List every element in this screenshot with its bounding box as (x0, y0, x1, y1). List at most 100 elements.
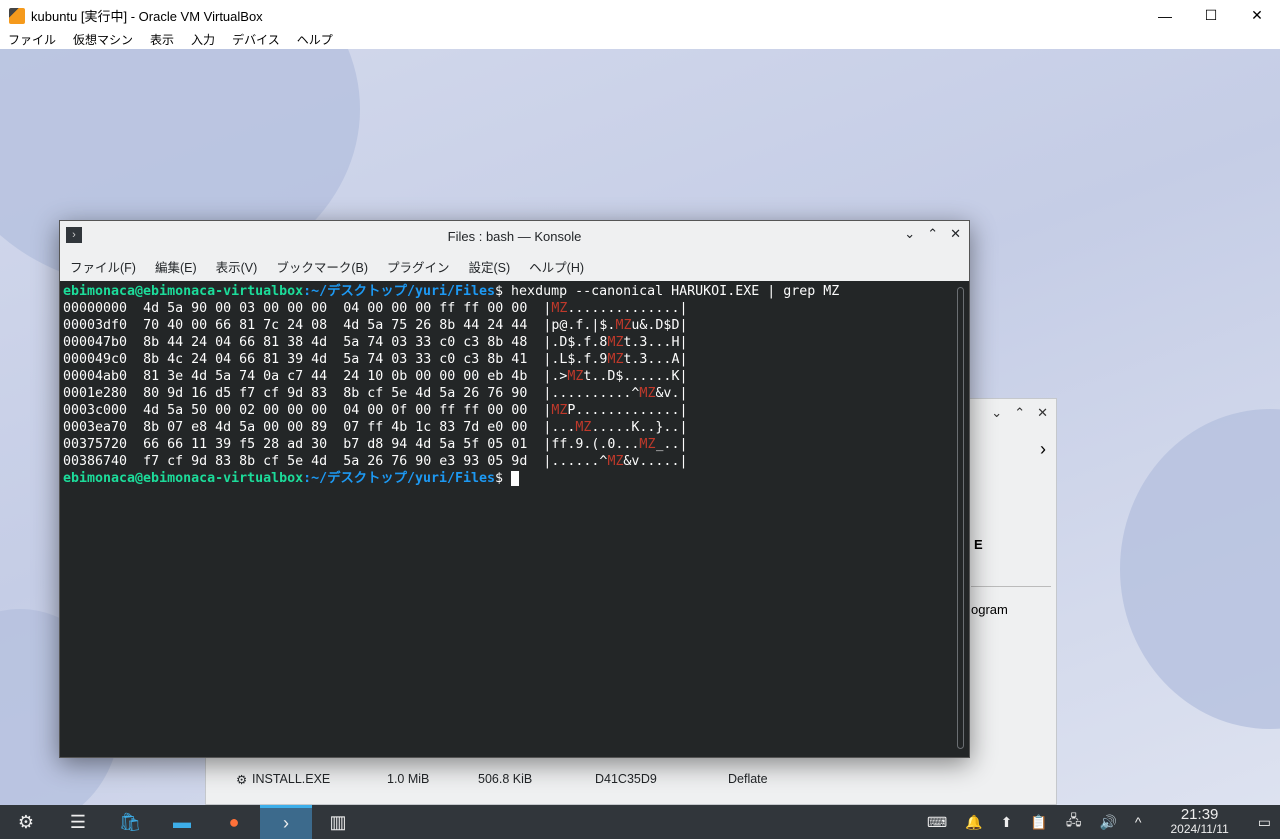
hex-bytes: 80 9d 16 d5 f7 cf 9d 83 8b cf 5e 4d 5a 2… (143, 386, 528, 401)
prompt-line: ebimonaca@ebimonaca-virtualbox:~/デスクトップ/… (63, 283, 839, 300)
hexdump-line: 00386740 f7 cf 9d 83 8b cf 5e 4d 5a 26 7… (63, 454, 688, 469)
hex-bytes: 4d 5a 90 00 03 00 00 00 04 00 00 00 ff f… (143, 301, 528, 316)
virtualbox-logo-icon (9, 7, 25, 24)
offset: 0003ea70 (63, 420, 128, 435)
file-row[interactable]: ⚙ INSTALL.EXE 1.0 MiB 506.8 KiB D41C35D9… (236, 772, 768, 787)
ark-archive-icon[interactable]: ▥ (312, 805, 364, 839)
konsole-task-icon[interactable]: › (260, 805, 312, 839)
offset: 00003df0 (63, 318, 128, 333)
gear-file-icon: ⚙ (236, 773, 248, 787)
menu-bookmarks[interactable]: ブックマーク(B) (276, 257, 368, 276)
konsole-window[interactable]: › Files : bash — Konsole ⌄ ⌃ ✕ ファイル(F) 編集(… (59, 220, 970, 758)
close-button[interactable]: ✕ (950, 226, 961, 242)
command-text: hexdump --canonical HARUKOI.EXE | grep M… (511, 284, 840, 299)
ascii-column: p@.f.|$.MZu&.D$Dp@.f.|$.MZu&.D$D (551, 317, 679, 334)
file-title: E (974, 537, 983, 552)
menu-file[interactable]: ファイル(F) (70, 257, 136, 276)
menu-settings[interactable]: 設定(S) (469, 257, 511, 276)
prompt-line: ebimonaca@ebimonaca-virtualbox:~/デスクトップ/… (63, 470, 839, 487)
ascii-column: MZP.............MZP............. (551, 402, 679, 419)
firefox-icon[interactable]: ● (208, 805, 260, 839)
hex-bytes: 4d 5a 50 00 02 00 00 00 04 00 0f 00 ff f… (143, 403, 528, 418)
notifications-icon[interactable]: 🔔 (965, 814, 982, 831)
maximize-button[interactable]: ⌃ (1014, 405, 1025, 421)
chevron-right-icon[interactable]: › (1040, 439, 1046, 460)
ascii-column: ...MZ.....K..}.....MZ.....K..}.. (551, 419, 679, 436)
hex-bytes: 8b 07 e8 4d 5a 00 00 89 07 ff 4b 1c 83 7… (143, 420, 528, 435)
file-manager-icon[interactable]: ▬ (156, 805, 208, 839)
close-button[interactable]: ✕ (1234, 0, 1280, 31)
ascii: p@.f.|$.MZu&.D$D (551, 318, 680, 333)
ascii: .>MZt..D$......K (551, 369, 680, 384)
file-name: INSTALL.EXE (252, 772, 331, 786)
volume-icon[interactable]: 🔊 (1099, 814, 1116, 831)
prompt-dollar: $ (495, 284, 512, 299)
ascii: ......^MZ&v..... (551, 454, 680, 469)
hexdump-line: 00375720 66 66 11 39 f5 28 ad 30 b7 d8 9… (63, 437, 688, 452)
scrollbar[interactable] (957, 287, 964, 749)
ascii: ff.9.(.0...MZ_.. (551, 437, 680, 452)
ascii-column: MZ..............MZ.............. (551, 300, 679, 317)
ascii-column: .D$.f.8MZt.3...H.D$.f.8MZt.3...H (551, 334, 679, 351)
minimize-button[interactable]: — (1142, 0, 1188, 31)
maximize-button[interactable]: ⌃ (927, 226, 938, 242)
terminal-icon: › (66, 227, 82, 243)
hexdump-line: 00004ab0 81 3e 4d 5a 74 0a c7 44 24 10 0… (63, 369, 688, 384)
vbox-titlebar: kubuntu [実行中] - Oracle VM VirtualBox — ☐… (0, 0, 1280, 31)
menu-help[interactable]: ヘルプ (297, 31, 333, 49)
menu-view[interactable]: 表示(V) (216, 257, 258, 276)
menu-input[interactable]: 入力 (191, 31, 215, 49)
network-icon[interactable]: 🖧 (1066, 810, 1082, 834)
hex-bytes: 8b 44 24 04 66 81 38 4d 5a 74 03 33 c0 c… (143, 335, 528, 350)
prompt-user: ebimonaca@ebimonaca-virtualbox (63, 471, 304, 486)
ascii: MZ.............. (551, 301, 680, 316)
hex-bytes: f7 cf 9d 83 8b cf 5e 4d 5a 26 76 90 e3 9… (143, 454, 528, 469)
file-size: 1.0 MiB (387, 772, 430, 786)
offset: 0001e280 (63, 386, 128, 401)
update-icon[interactable]: ⬆ (1001, 814, 1013, 831)
hexdump-line: 0001e280 80 9d 16 d5 f7 cf 9d 83 8b cf 5… (63, 386, 688, 401)
divider (971, 586, 1051, 587)
show-desktop-icon[interactable]: ▭ (1258, 814, 1271, 831)
prompt-user: ebimonaca@ebimonaca-virtualbox (63, 284, 304, 299)
menu-machine[interactable]: 仮想マシン (73, 31, 133, 49)
menu-view[interactable]: 表示 (150, 31, 174, 49)
system-settings-icon[interactable]: ☰ (52, 805, 104, 839)
menu-plugins[interactable]: プラグイン (387, 257, 450, 276)
offset: 00000000 (63, 301, 128, 316)
file-type: ogram (971, 602, 1008, 617)
prompt-path: :~/デスクトップ/yuri/Files (303, 284, 496, 299)
konsole-title: Files : bash — Konsole (447, 228, 582, 244)
hexdump-line: 0003ea70 8b 07 e8 4d 5a 00 00 89 07 ff 4… (63, 419, 688, 436)
offset: 000047b0 (63, 335, 128, 350)
cursor (511, 470, 520, 486)
clipboard-icon[interactable]: 📋 (1030, 814, 1047, 831)
file-crc: D41C35D9 (595, 772, 657, 786)
prompt-dollar: $ (495, 471, 512, 486)
close-button[interactable]: ✕ (1037, 405, 1048, 421)
offset: 00375720 (63, 437, 128, 452)
maximize-button[interactable]: ☐ (1188, 0, 1234, 31)
konsole-titlebar: › Files : bash — Konsole ⌄ ⌃ ✕ (60, 221, 969, 251)
app-launcher-icon[interactable]: ⚙ (0, 805, 52, 839)
discover-store-icon[interactable]: 🛍 (104, 805, 156, 839)
keyboard-icon[interactable]: ⌨ (927, 814, 947, 831)
clock[interactable]: 21:39 2024/11/11 (1170, 807, 1228, 836)
minimize-button[interactable]: ⌄ (991, 405, 1002, 421)
terminal-output[interactable]: ebimonaca@ebimonaca-virtualbox:~/デスクトップ/… (63, 283, 839, 487)
hexdump-line: 00000000 4d 5a 90 00 03 00 00 00 04 00 0… (63, 300, 688, 317)
file-compressed: 506.8 KiB (478, 772, 533, 786)
menu-help[interactable]: ヘルプ(H) (529, 257, 584, 276)
chevron-up-icon[interactable]: ^ (1135, 814, 1142, 830)
menu-devices[interactable]: デバイス (232, 31, 280, 49)
menu-edit[interactable]: 編集(E) (155, 257, 197, 276)
taskbar: ⚙ ☰ 🛍 ▬ ● › ▥ ⌨ 🔔 ⬆ 📋 🖧 🔊 ^ 21:39 2024/1… (0, 805, 1280, 839)
wallpaper-gear (1120, 409, 1280, 729)
ascii: .L$.f.9MZt.3...A (551, 352, 680, 367)
file-method: Deflate (728, 772, 768, 786)
menu-file[interactable]: ファイル (8, 31, 56, 49)
hexdump-line: 0003c000 4d 5a 50 00 02 00 00 00 04 00 0… (63, 402, 688, 419)
hexdump-line: 000049c0 8b 4c 24 04 66 81 39 4d 5a 74 0… (63, 352, 688, 367)
minimize-button[interactable]: ⌄ (904, 226, 915, 242)
offset: 00386740 (63, 454, 128, 469)
